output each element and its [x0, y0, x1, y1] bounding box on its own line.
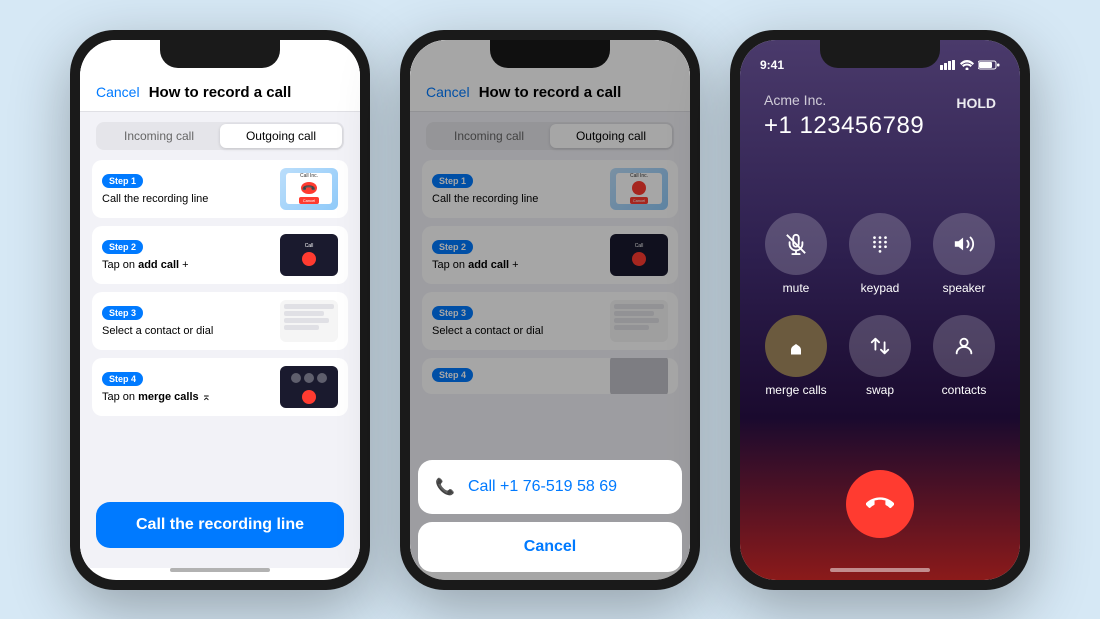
notch-1	[160, 40, 280, 68]
record-title-1: How to record a call	[149, 84, 292, 101]
merge-calls-icon	[765, 315, 827, 377]
tab-incoming-1[interactable]: Incoming call	[98, 124, 220, 148]
mute-button[interactable]: mute	[764, 213, 828, 295]
action-sheet: 📞 Call +1 76-519 58 69	[418, 460, 682, 514]
speaker-icon	[933, 213, 995, 275]
step-badge-1-1: Step 1	[102, 174, 143, 188]
speaker-button[interactable]: speaker	[932, 213, 996, 295]
step-thumb-1-1: Call Inc. 📞 Cancel	[280, 168, 338, 210]
step-thumb-1-3	[280, 300, 338, 342]
speaker-label: speaker	[943, 281, 986, 295]
action-sheet-overlay: 📞 Call +1 76-519 58 69 Cancel	[410, 40, 690, 580]
step-thumb-1-2: Call	[280, 234, 338, 276]
call-hold: HOLD	[956, 95, 996, 111]
steps-list-1: Step 1 Call the recording line Call Inc.…	[80, 160, 360, 492]
step-thumb-1-4	[280, 366, 338, 408]
step-text-1-2: Tap on add call +	[102, 258, 272, 272]
mute-icon	[765, 213, 827, 275]
notch-3	[820, 40, 940, 68]
contacts-button[interactable]: contacts	[932, 315, 996, 397]
step-badge-1-3: Step 3	[102, 306, 143, 320]
keypad-button[interactable]: keypad	[848, 213, 912, 295]
home-indicator-1	[170, 568, 270, 572]
step-badge-1-4: Step 4	[102, 372, 143, 386]
call-number: +1 123456789	[764, 112, 996, 140]
home-indicator-3	[830, 568, 930, 572]
swap-icon	[849, 315, 911, 377]
step-item-1-1: Step 1 Call the recording line Call Inc.…	[92, 160, 348, 218]
status-icons	[940, 58, 1000, 72]
phone-1: Cancel How to record a call Incoming cal…	[70, 30, 370, 590]
call-info: Acme Inc. HOLD +1 123456789	[740, 72, 1020, 150]
action-sheet-cancel[interactable]: Cancel	[418, 522, 682, 572]
cta-button-1[interactable]: Call the recording line	[96, 502, 344, 548]
phone-3: 9:41 Acme Inc. HOLD +1 123456789 m	[730, 30, 1030, 590]
keypad-label: keypad	[861, 281, 900, 295]
merge-calls-label: merge calls	[765, 383, 826, 397]
cancel-button-1[interactable]: Cancel	[96, 84, 140, 100]
call-action-item[interactable]: 📞 Call +1 76-519 58 69	[418, 460, 682, 514]
step-text-1-4: Tap on merge calls ⌅	[102, 390, 272, 404]
contacts-icon	[933, 315, 995, 377]
step-item-1-3: Step 3 Select a contact or dial	[92, 292, 348, 350]
tab-bar-1: Incoming call Outgoing call	[96, 122, 344, 150]
cta-bar-1: Call the recording line	[80, 492, 360, 568]
end-call-bar	[740, 460, 1020, 568]
phone-2: Cancel How to record a call Incoming cal…	[400, 30, 700, 590]
step-badge-1-2: Step 2	[102, 240, 143, 254]
swap-label: swap	[866, 383, 894, 397]
status-time: 9:41	[760, 58, 784, 72]
call-controls: mute keypad speaker	[740, 150, 1020, 460]
step-item-1-2: Step 2 Tap on add call + Call	[92, 226, 348, 284]
call-action-text: Call +1 76-519 58 69	[468, 478, 617, 496]
tab-outgoing-1[interactable]: Outgoing call	[220, 124, 342, 148]
phone-icon: 📞	[434, 476, 456, 498]
step-text-1-1: Call the recording line	[102, 192, 272, 206]
merge-calls-button[interactable]: merge calls	[764, 315, 828, 397]
mute-label: mute	[783, 281, 810, 295]
step-item-1-4: Step 4 Tap on merge calls ⌅	[92, 358, 348, 416]
end-call-button[interactable]	[846, 470, 914, 538]
swap-button[interactable]: swap	[848, 315, 912, 397]
keypad-icon	[849, 213, 911, 275]
contacts-label: contacts	[942, 383, 987, 397]
step-text-1-3: Select a contact or dial	[102, 324, 272, 338]
